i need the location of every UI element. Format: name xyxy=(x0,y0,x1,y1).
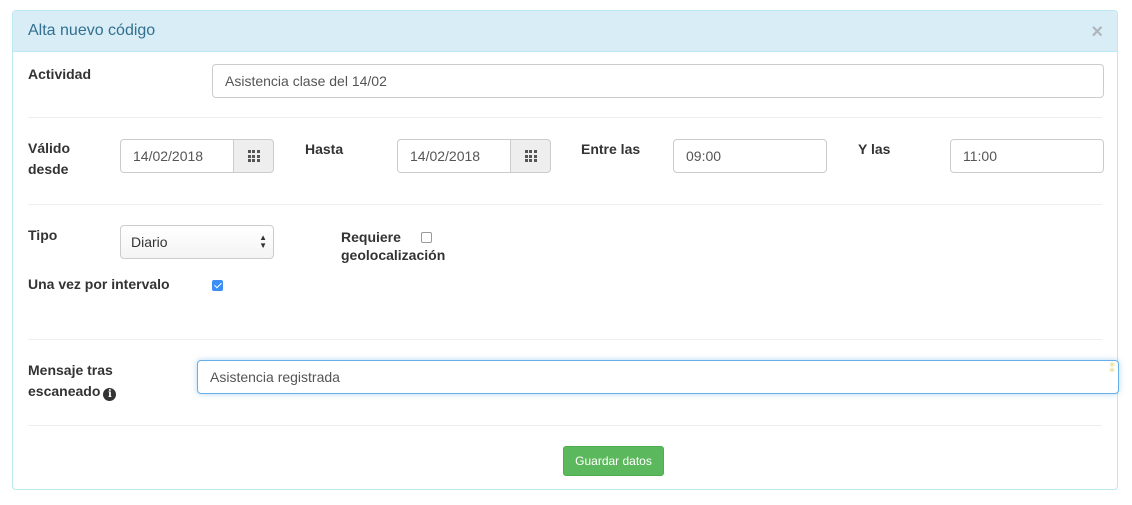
hasta-group: 14/02/2018 xyxy=(397,139,551,173)
valido-desde-group: 14/02/2018 xyxy=(120,139,274,173)
mensaje-label-line1: Mensaje tras xyxy=(28,362,113,378)
panel-title: Alta nuevo código xyxy=(28,22,156,39)
mensaje-label-line2-wrap: escaneado i xyxy=(28,381,117,402)
valido-desde-label: Válido desde xyxy=(28,138,70,180)
text-cursor-icon: ⁑ xyxy=(1109,362,1115,376)
panel-heading: Alta nuevo código × xyxy=(13,11,1117,52)
calendar-grid-icon xyxy=(524,150,537,162)
info-icon[interactable]: i xyxy=(103,388,117,401)
divider xyxy=(28,339,1102,340)
entre-las-label: Entre las xyxy=(581,141,641,157)
mensaje-label-line2: escaneado xyxy=(28,383,101,399)
divider xyxy=(28,425,1102,426)
divider xyxy=(28,117,1102,118)
select-arrows-icon: ▲ ▼ xyxy=(259,233,267,250)
close-icon[interactable]: × xyxy=(1091,22,1103,42)
requiere-geo-checkbox[interactable] xyxy=(421,232,432,243)
requiere-geo-label-line2: geolocalización xyxy=(341,247,446,263)
actividad-input[interactable]: Asistencia clase del 14/02 xyxy=(212,64,1104,98)
y-las-label: Y las xyxy=(858,141,891,157)
hasta-label: Hasta xyxy=(305,141,344,157)
una-vez-label: Una vez por intervalo xyxy=(28,276,170,292)
tipo-label: Tipo xyxy=(28,227,58,243)
una-vez-checkbox[interactable] xyxy=(212,280,223,291)
valido-desde-label-line1: Válido xyxy=(28,140,71,156)
actividad-label: Actividad xyxy=(28,66,92,82)
tipo-selected-value: Diario xyxy=(131,234,168,250)
calendar-grid-icon xyxy=(247,150,260,162)
mensaje-input-value: Asistencia registrada xyxy=(210,369,340,385)
valido-desde-calendar-button[interactable] xyxy=(233,139,274,173)
hasta-calendar-button[interactable] xyxy=(510,139,551,173)
valido-desde-label-line2: desde xyxy=(28,161,69,177)
hasta-input[interactable]: 14/02/2018 xyxy=(397,139,510,173)
y-las-input[interactable]: 11:00 xyxy=(950,139,1104,173)
mensaje-input[interactable]: Asistencia registrada ⁑ xyxy=(197,360,1119,394)
valido-desde-input[interactable]: 14/02/2018 xyxy=(120,139,233,173)
entre-las-input[interactable]: 09:00 xyxy=(673,139,827,173)
save-button[interactable]: Guardar datos xyxy=(563,446,664,476)
new-code-panel: Alta nuevo código × Actividad Asistencia… xyxy=(12,10,1119,490)
tipo-select[interactable]: Diario ▲ ▼ xyxy=(120,225,274,259)
divider xyxy=(28,204,1102,205)
mensaje-label: Mensaje tras escaneado i xyxy=(28,360,117,402)
